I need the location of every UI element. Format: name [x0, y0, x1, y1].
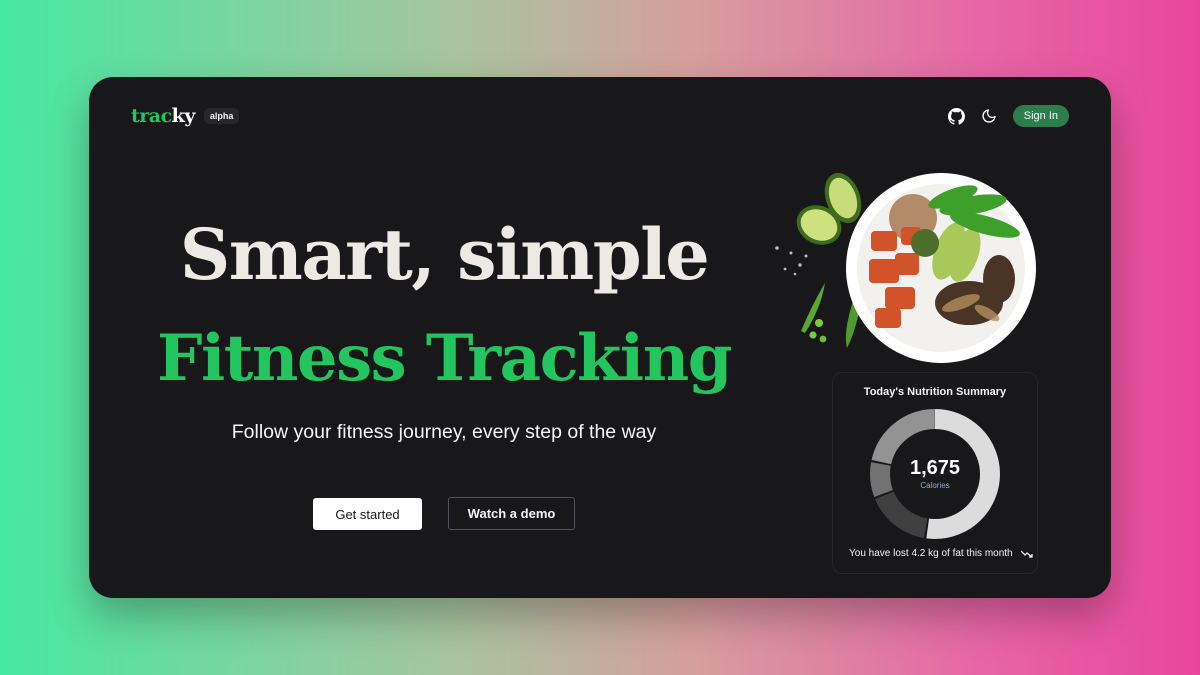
trending-down-icon [1020, 550, 1033, 558]
fat-loss-note: You have lost 4.2 kg of fat this month [849, 548, 1033, 559]
brand[interactable]: tracky alpha [131, 105, 240, 127]
hero-headline: Smart, simple [179, 213, 710, 296]
top-nav: Sign In [937, 104, 1069, 128]
moon-icon[interactable] [977, 104, 1001, 128]
fat-loss-text: You have lost 4.2 kg of fat this month [849, 548, 1013, 559]
hero-subheadline: Fitness Tracking [157, 321, 732, 396]
card-title: Today's Nutrition Summary [863, 386, 1007, 398]
alpha-badge: alpha [203, 108, 240, 124]
calorie-total: 1,675 [909, 457, 961, 479]
sign-in-button[interactable]: Sign In [1012, 105, 1069, 127]
calorie-label: Calories [920, 481, 950, 490]
nutrition-summary-card: Today's Nutrition Summary 1,675 Calories… [832, 372, 1038, 574]
get-started-button[interactable]: Get started [313, 498, 422, 530]
watch-demo-button[interactable]: Watch a demo [448, 497, 575, 530]
food-bowl-image [775, 172, 1036, 363]
logo[interactable]: tracky [131, 105, 195, 127]
hero-tagline: Follow your fitness journey, every step … [231, 421, 657, 443]
app-window: tracky alpha Sign In Smart, simple Fitne… [89, 77, 1111, 598]
github-icon[interactable] [945, 104, 969, 128]
